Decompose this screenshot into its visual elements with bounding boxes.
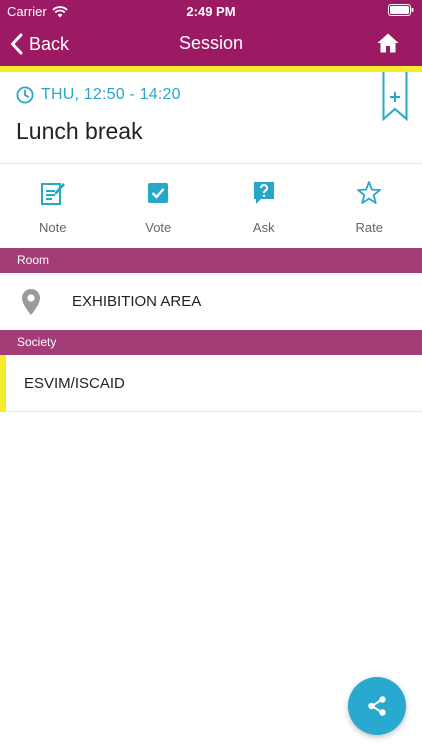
society-section-header: Society (0, 330, 422, 355)
map-pin-icon (22, 289, 40, 315)
question-bubble-icon (253, 182, 274, 204)
clock-icon (16, 86, 34, 104)
note-button[interactable]: Note (0, 164, 106, 248)
home-icon[interactable] (376, 31, 400, 55)
page-title: Session (178, 33, 244, 53)
share-button[interactable] (348, 677, 406, 735)
note-edit-icon (40, 183, 65, 205)
society-row[interactable]: ESVIM/ISCAID (0, 355, 422, 412)
star-icon (357, 181, 382, 204)
ask-button[interactable]: Ask (211, 164, 317, 248)
society-name: ESVIM/ISCAID (24, 375, 125, 392)
session-header: THU, 12:50 - 14:20 Lunch break (0, 72, 422, 164)
app-header: Carrier 2:49 PM Back Session (0, 0, 422, 66)
room-section-header: Room (0, 248, 422, 273)
share-icon (368, 696, 386, 716)
room-name: EXHIBITION AREA (72, 293, 202, 310)
bookmark-add-icon[interactable] (382, 72, 408, 122)
vote-button[interactable]: Vote (106, 164, 212, 248)
note-label: Note (39, 220, 67, 235)
rate-button[interactable]: Rate (317, 164, 422, 248)
session-title: Lunch break (16, 118, 143, 144)
session-time: THU, 12:50 - 14:20 (41, 86, 181, 103)
ask-label: Ask (252, 220, 275, 235)
room-row[interactable]: EXHIBITION AREA (0, 273, 422, 330)
society-accent-bar (0, 355, 6, 412)
vote-label: Vote (145, 220, 172, 235)
status-time: 2:49 PM (186, 4, 236, 19)
status-bar: Carrier 2:49 PM (0, 0, 422, 22)
checkbox-icon (148, 183, 169, 203)
action-bar: Note Vote Ask Rate (0, 164, 422, 248)
battery-indicator (388, 4, 414, 19)
battery-icon (388, 4, 414, 16)
nav-bar: Back Session (0, 22, 422, 66)
rate-label: Rate (355, 220, 383, 235)
session-time-row: THU, 12:50 - 14:20 (16, 86, 181, 104)
